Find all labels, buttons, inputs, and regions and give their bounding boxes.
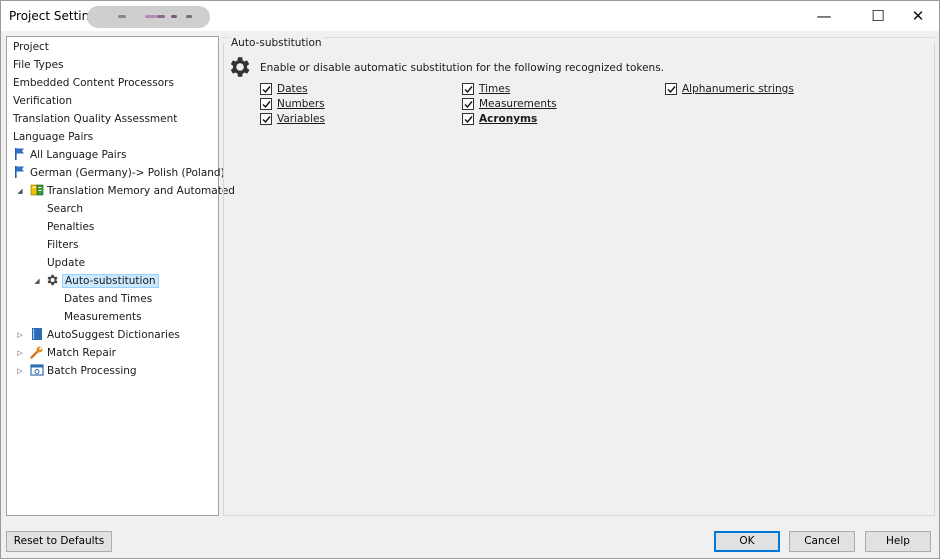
tree-item-language-pairs[interactable]: Language Pairs xyxy=(13,129,93,145)
checkbox-variables[interactable]: Variables xyxy=(260,112,380,126)
description-text: Enable or disable automatic substitution… xyxy=(260,62,665,74)
checkbox-numbers[interactable]: Numbers xyxy=(260,97,380,111)
tree-item-translation-memory[interactable]: Translation Memory and Automated xyxy=(30,183,235,199)
checkmark-icon xyxy=(462,83,474,95)
tree-item-autosuggest-dictionaries[interactable]: AutoSuggest Dictionaries xyxy=(30,327,180,343)
checkmark-icon xyxy=(260,83,272,95)
checkmark-icon xyxy=(260,98,272,110)
reset-to-defaults-button[interactable]: Reset to Defaults xyxy=(6,531,112,552)
project-settings-window: Project Settings — ☐ ✕ Project File Type… xyxy=(0,0,940,559)
close-icon: ✕ xyxy=(911,7,925,25)
tree-item-search[interactable]: Search xyxy=(47,201,83,217)
flag-icon xyxy=(13,147,27,161)
translation-memory-icon xyxy=(30,183,44,197)
batch-icon xyxy=(30,363,44,377)
redacted-project-name xyxy=(87,6,210,28)
checkbox-measurements[interactable]: Measurements xyxy=(462,97,582,111)
checkbox-dates[interactable]: Dates xyxy=(260,82,380,96)
flag-icon xyxy=(13,165,27,179)
tree-item-file-types[interactable]: File Types xyxy=(13,57,64,73)
tree-item-update[interactable]: Update xyxy=(47,255,85,271)
tree-item-filters[interactable]: Filters xyxy=(47,237,78,253)
book-icon xyxy=(30,327,44,341)
tree-item-measurements[interactable]: Measurements xyxy=(64,309,142,325)
tree-item-project[interactable]: Project xyxy=(13,39,49,55)
checkbox-acronyms[interactable]: Acronyms xyxy=(462,112,582,126)
tree-item-auto-substitution[interactable]: Auto-substitution xyxy=(45,273,159,289)
tree-item-penalties[interactable]: Penalties xyxy=(47,219,94,235)
close-button[interactable]: ✕ xyxy=(895,1,940,31)
wrench-icon xyxy=(30,345,44,359)
tree-item-batch-processing[interactable]: Batch Processing xyxy=(30,363,137,379)
maximize-icon: ☐ xyxy=(871,7,885,25)
checkmark-icon xyxy=(260,113,272,125)
tree-item-all-language-pairs[interactable]: All Language Pairs xyxy=(13,147,127,163)
title-bar: Project Settings — ☐ ✕ xyxy=(1,1,939,31)
ok-button[interactable]: OK xyxy=(714,531,780,552)
cancel-button[interactable]: Cancel xyxy=(789,531,855,552)
group-title: Auto-substitution xyxy=(230,37,323,49)
settings-tree[interactable]: Project File Types Embedded Content Proc… xyxy=(6,36,235,516)
expand-arrow-icon[interactable]: ▷ xyxy=(16,327,24,343)
checkmark-icon xyxy=(462,113,474,125)
expand-arrow-icon[interactable]: ▷ xyxy=(16,345,24,361)
gear-icon xyxy=(226,54,252,80)
gear-icon xyxy=(45,273,59,287)
tree-item-embedded-content-processors[interactable]: Embedded Content Processors xyxy=(13,75,174,91)
expand-arrow-icon[interactable]: ▷ xyxy=(16,363,24,379)
tree-item-verification[interactable]: Verification xyxy=(13,93,72,109)
tree-item-match-repair[interactable]: Match Repair xyxy=(30,345,116,361)
minimize-button[interactable]: — xyxy=(801,1,847,31)
tree-item-dates-and-times[interactable]: Dates and Times xyxy=(64,291,152,307)
collapse-arrow-icon[interactable]: ◢ xyxy=(33,273,41,289)
minimize-icon: — xyxy=(816,7,832,25)
tree-item-language-pair-de-pl[interactable]: German (Germany)-> Polish (Poland) xyxy=(13,165,225,181)
checkmark-icon xyxy=(462,98,474,110)
checkbox-alphanumeric-strings[interactable]: Alphanumeric strings xyxy=(665,82,815,96)
tree-item-translation-quality-assessment[interactable]: Translation Quality Assessment xyxy=(13,111,177,127)
help-button[interactable]: Help xyxy=(865,531,931,552)
checkbox-times[interactable]: Times xyxy=(462,82,582,96)
collapse-arrow-icon[interactable]: ◢ xyxy=(16,183,24,199)
checkmark-icon xyxy=(665,83,677,95)
